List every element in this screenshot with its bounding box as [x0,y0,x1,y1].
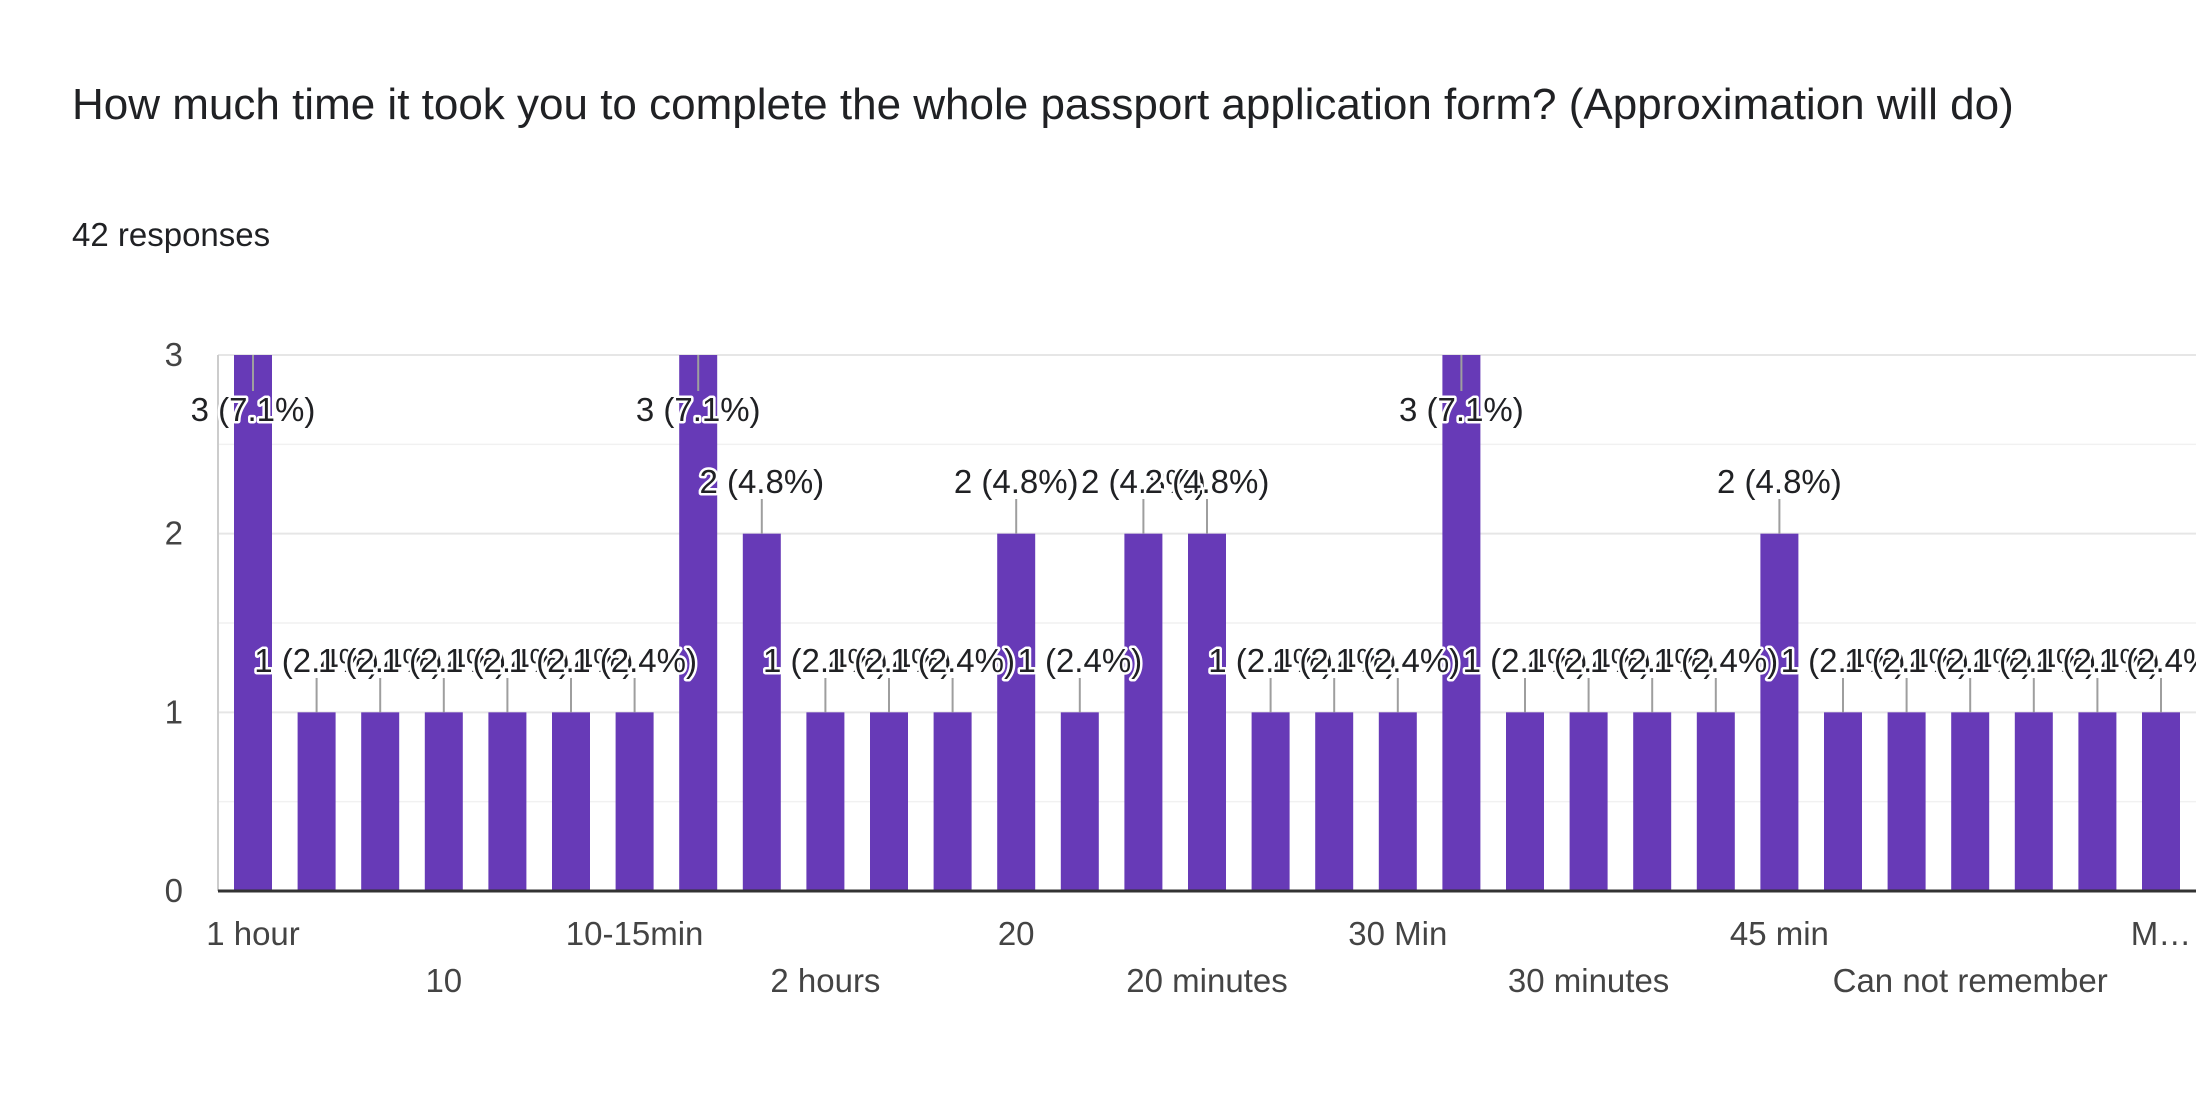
bar [1696,712,1735,891]
x-tick-label: 10-15min [566,915,704,952]
bar [1887,712,1926,891]
bar [552,712,590,891]
bar [870,712,908,891]
data-label: 1 (2.4%) [1335,642,1460,679]
bar [1060,712,1099,891]
data-label: 1 (2.4%) [572,642,697,679]
bar [1951,712,1990,891]
bar [1506,712,1544,891]
bar [234,355,272,891]
bar [1569,712,1608,891]
bar [2142,712,2180,891]
question-title: How much time it took you to complete th… [72,80,2014,129]
y-tick-label: 1 [165,693,183,730]
x-tick-label: M… [2131,915,2192,952]
bar [1251,712,1290,891]
bar [679,355,718,891]
data-label: 3 (7.1%) [191,391,316,428]
bar [361,712,400,891]
response-count: 42 responses [72,216,271,253]
bar [742,533,781,891]
data-label: 2 (4.8%) [699,463,824,500]
data-label: 2 (4.8%) [1145,463,1270,500]
bar [488,712,527,891]
bar [933,712,972,891]
x-tick-label: 20 minutes [1126,962,1287,999]
bar [424,712,463,891]
y-axis-ticks: 0 1 2 3 [165,336,183,909]
bar [806,712,845,891]
x-tick-label: 10 [425,962,462,999]
x-tick-label: 2 hours [770,962,880,999]
x-tick-label: 20 [998,915,1035,952]
y-tick-label: 0 [165,872,183,909]
x-axis-ticks: 1 hour 10-15min 20 30 Min 45 min M… 10 2 hours 2… [206,915,2191,999]
data-label: 2 (4.8%) [1717,463,1842,500]
x-tick-label: 1 hour [206,915,300,952]
bar [2078,712,2117,891]
bar [1760,533,1799,891]
bar [997,533,1036,891]
data-label: 3 (7.1%) [636,391,761,428]
bar [1188,533,1226,891]
x-tick-label: 45 min [1730,915,1829,952]
bar [1315,712,1354,891]
bar [1442,355,1481,891]
bar [1824,712,1862,891]
bar [615,712,654,891]
data-label: 3 (7.1%) [1399,391,1524,428]
bar-chart: 0 1 2 3 3 (7.1%) 3 (7.1%) 3 (7.1%) 2 (4.8%) 2 (… [165,336,2196,999]
bar [1124,533,1163,891]
x-tick-label: 30 minutes [1508,962,1669,999]
data-label: 1 (2.4%) [1017,642,1142,679]
data-label: 2 (4.8%) [954,463,1079,500]
bar [1378,712,1417,891]
data-label: 1 (2.4%) [1653,642,1778,679]
x-tick-label: Can not remember [1833,962,2108,999]
bar [297,712,336,891]
y-tick-label: 3 [165,336,183,373]
data-label: 1 (2.4%) [2099,642,2196,679]
bar [2014,712,2053,891]
y-tick-label: 2 [165,515,183,552]
bar [1633,712,1672,891]
x-tick-label: 30 Min [1348,915,1447,952]
data-label: 1 (2.4%) [890,642,1015,679]
